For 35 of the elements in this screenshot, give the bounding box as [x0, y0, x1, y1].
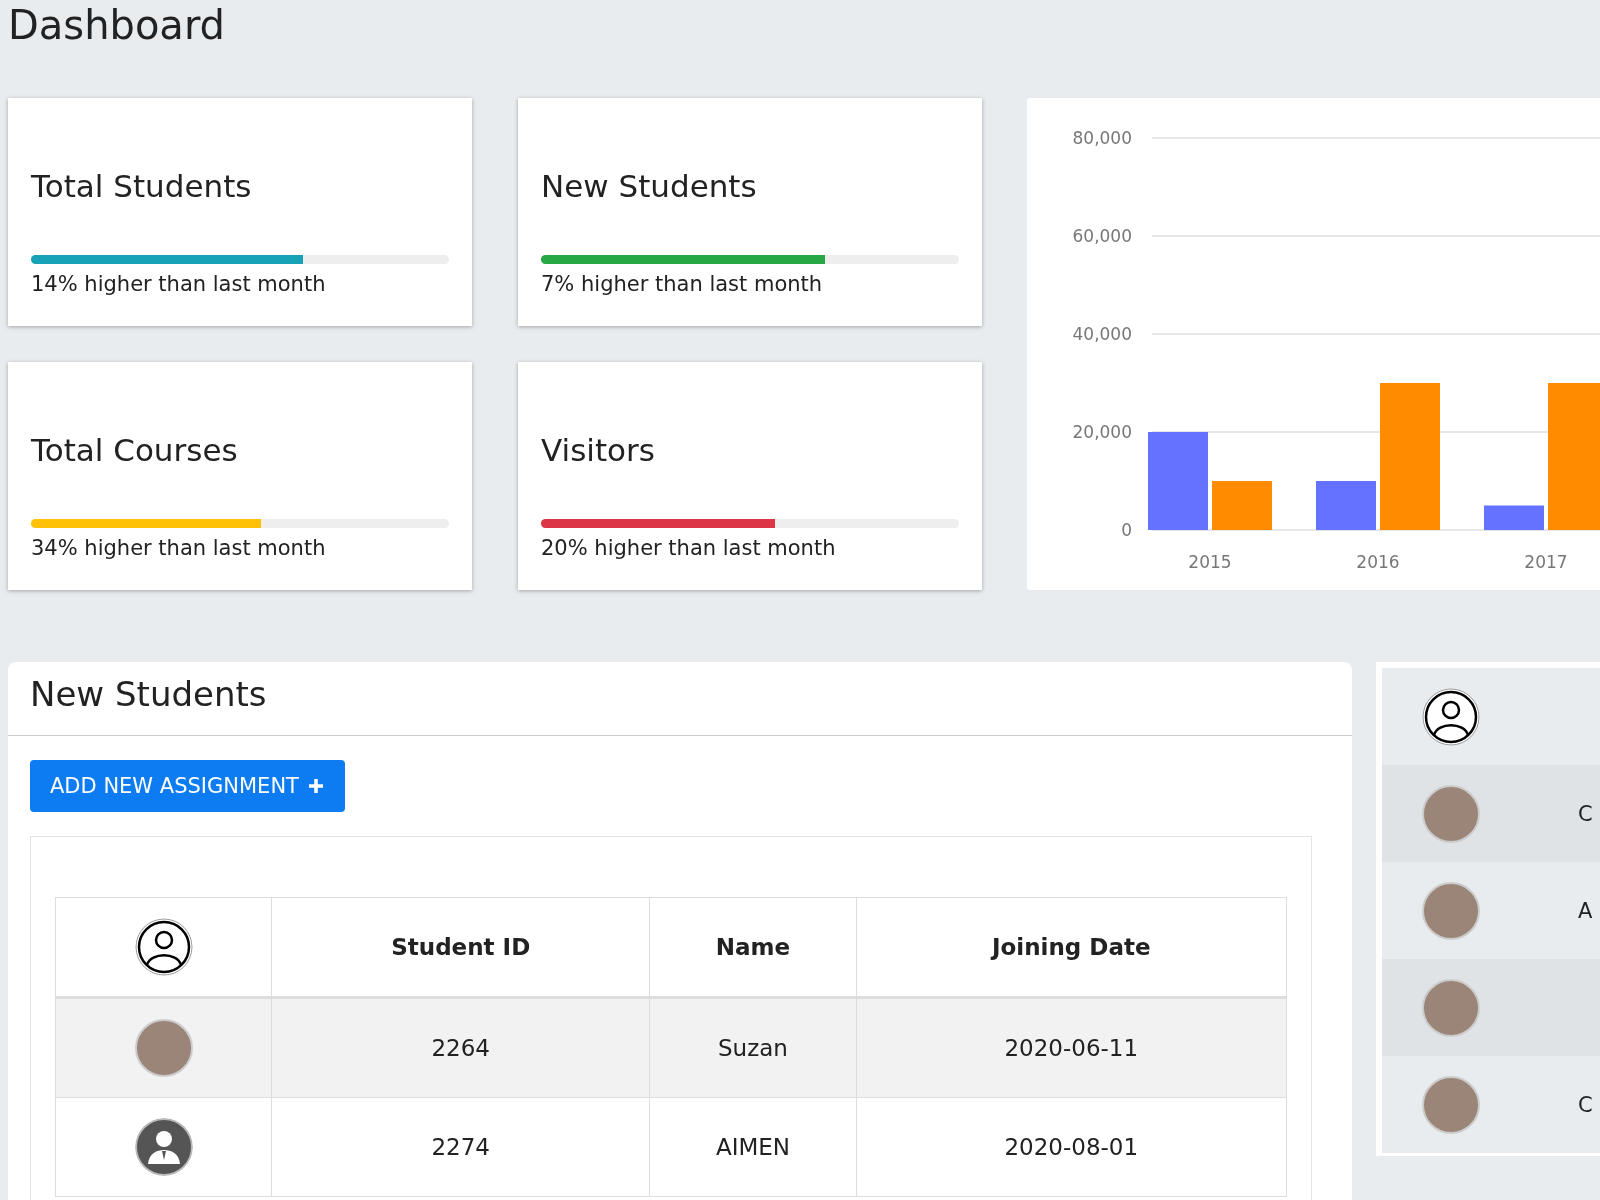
stat-caption: 7% higher than last month — [541, 272, 824, 296]
bar — [1212, 481, 1272, 530]
y-tick-label: 20,000 — [1072, 422, 1132, 442]
list-text: C — [1578, 1092, 1593, 1117]
stat-caption: 14% higher than last month — [31, 272, 327, 296]
table-cell: 2020-08-01 — [856, 1097, 1287, 1197]
stat-title: Visitors — [541, 432, 656, 470]
table-cell: 2264 — [271, 997, 650, 1098]
page-title: Dashboard — [7, 1, 226, 50]
y-tick-label: 60,000 — [1072, 226, 1132, 246]
x-tick-label: 2015 — [1188, 552, 1232, 572]
plus-icon — [306, 777, 325, 795]
stat-title: New Students — [541, 168, 758, 206]
stat-title: Total Students — [31, 168, 253, 206]
bar — [1316, 481, 1376, 530]
list-text: C — [1578, 801, 1593, 826]
table-cell: Suzan — [649, 997, 856, 1098]
table-cell: AIMEN — [649, 1097, 856, 1197]
x-tick-label: 2016 — [1356, 552, 1400, 572]
user-silhouette-icon — [134, 1118, 193, 1176]
add-assignment-button[interactable]: ADD NEW ASSIGNMENT — [30, 760, 345, 812]
x-tick-label: 2017 — [1524, 552, 1568, 572]
y-tick-label: 0 — [1121, 520, 1132, 540]
table-cell: 2274 — [271, 1097, 650, 1197]
stat-caption: 20% higher than last month — [541, 536, 837, 560]
stat-caption: 34% higher than last month — [31, 536, 327, 560]
y-tick-label: 40,000 — [1072, 324, 1132, 344]
y-tick-label: 80,000 — [1072, 128, 1132, 148]
list-text: A — [1578, 898, 1593, 923]
bar — [1484, 505, 1544, 530]
user-outline-icon — [1422, 687, 1480, 746]
table-cell: 2020-06-11 — [856, 997, 1287, 1098]
panel-title: New Students — [30, 674, 267, 714]
stat-title: Total Courses — [31, 432, 239, 470]
user-outline-icon — [134, 918, 193, 976]
